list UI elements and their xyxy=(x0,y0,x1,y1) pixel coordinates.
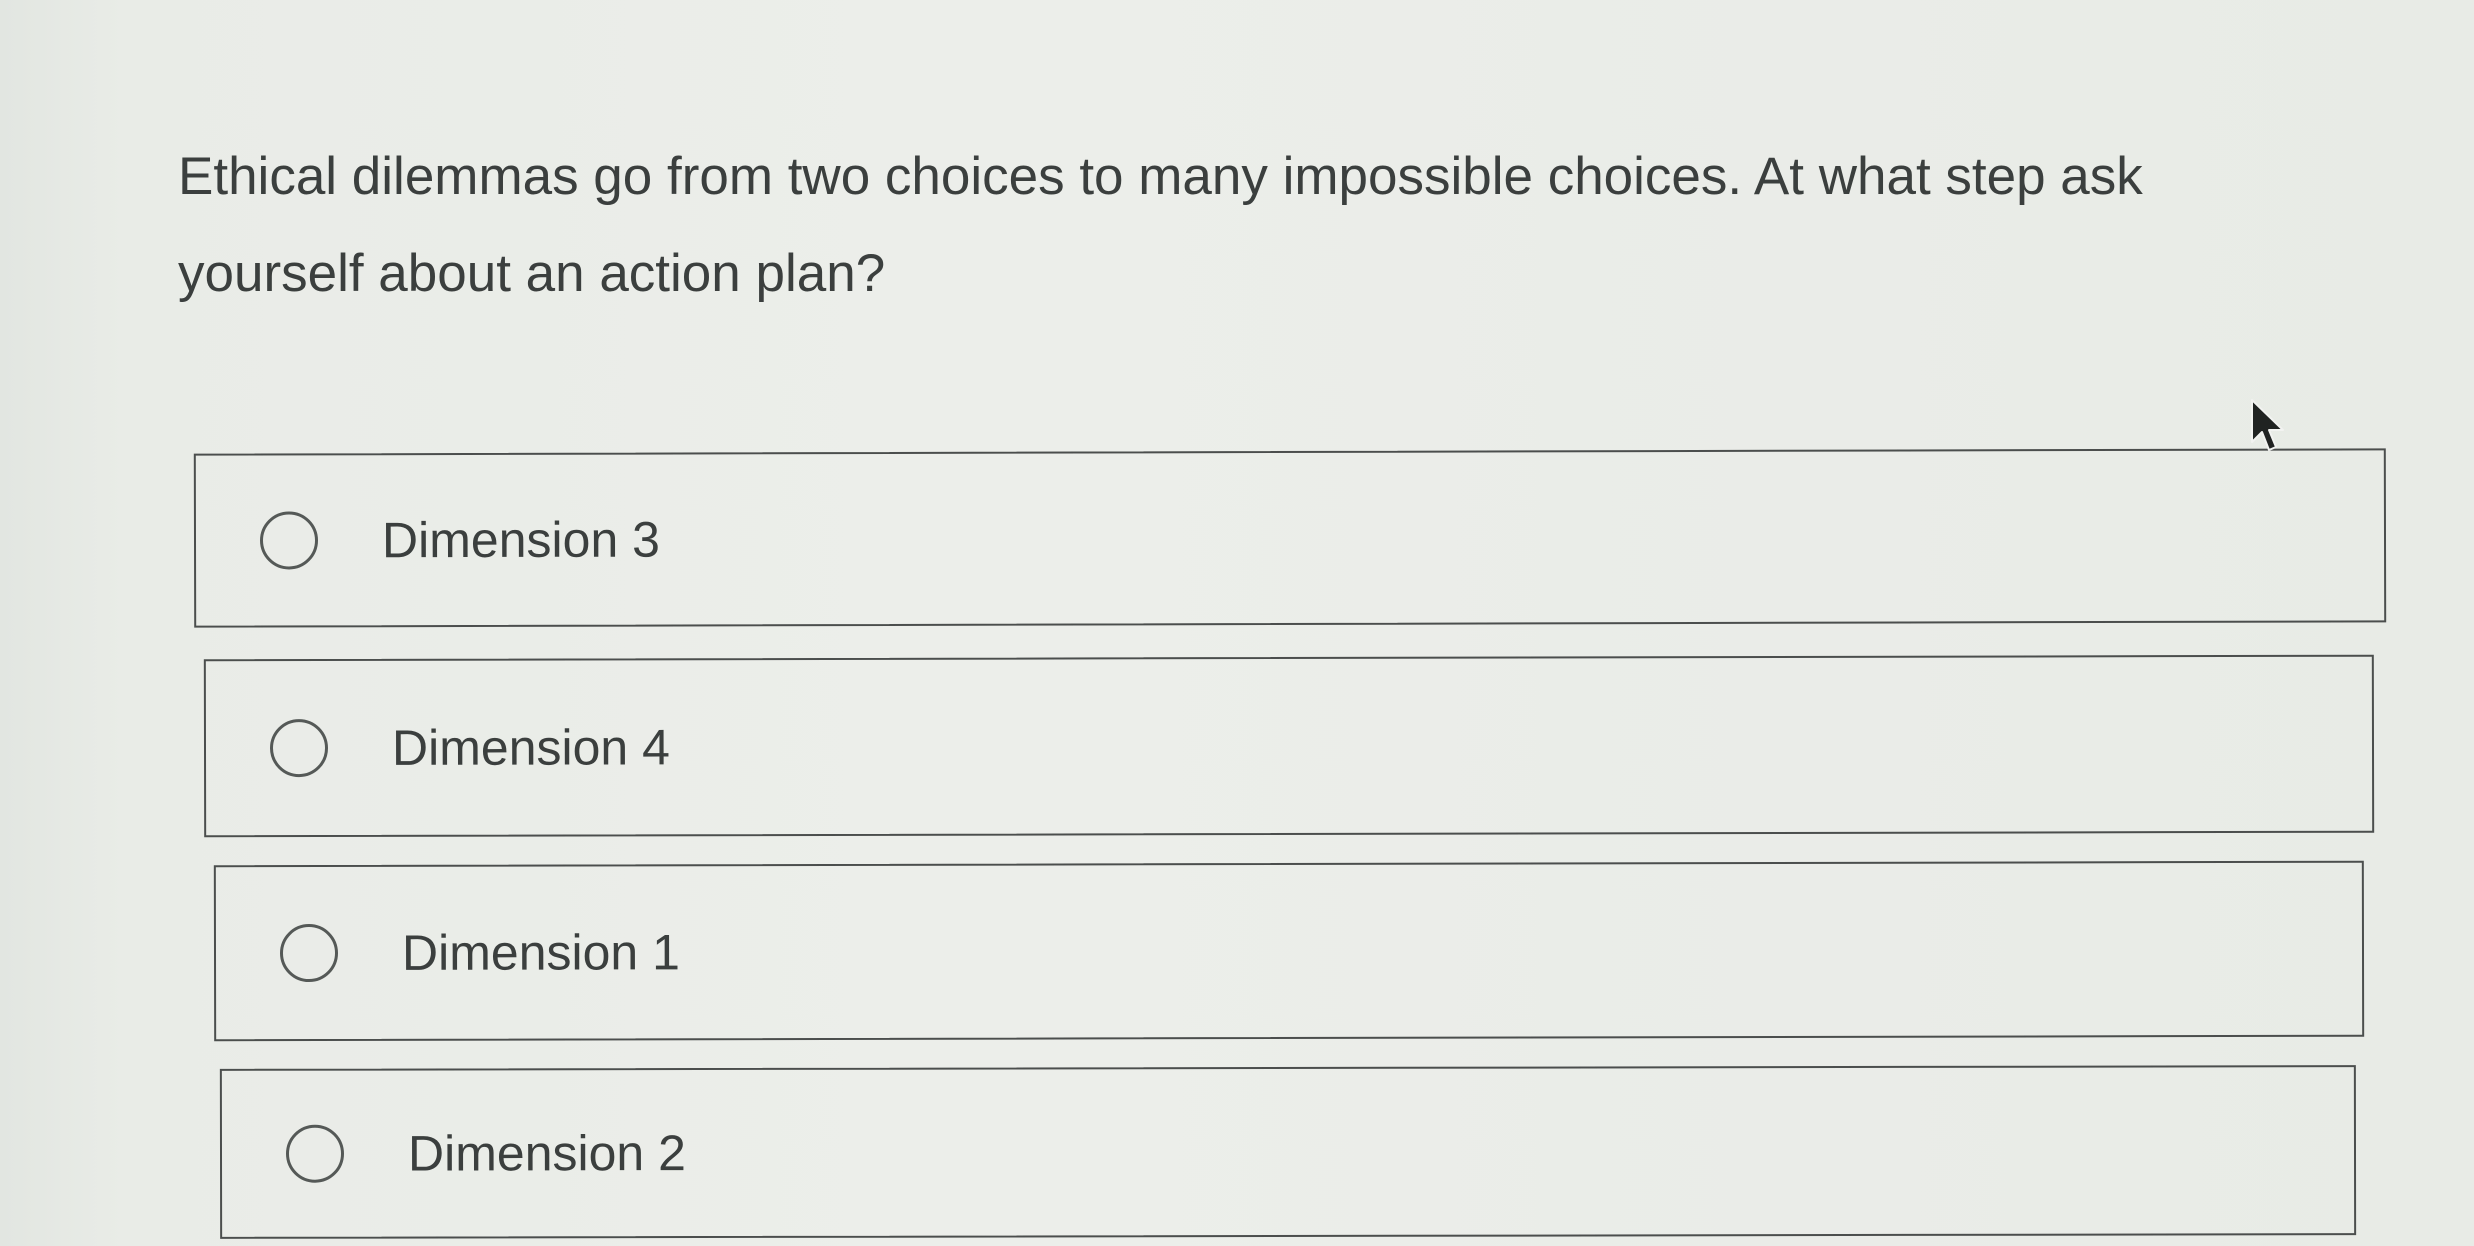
mouse-pointer-icon xyxy=(2251,399,2284,451)
radio-button-unselected-icon[interactable] xyxy=(285,1124,345,1183)
radio-button-unselected-icon[interactable] xyxy=(279,923,339,983)
answer-choices: Dimension 3 Dimension 4 Dimension 1 Dime… xyxy=(0,0,2474,1246)
answer-option-label: Dimension 2 xyxy=(407,1125,686,1182)
answer-option-label: Dimension 3 xyxy=(381,511,660,569)
quiz-page: Ethical dilemmas go from two choices to … xyxy=(0,0,2474,1246)
radio-button-unselected-icon[interactable] xyxy=(269,719,329,778)
answer-option-dimension-4[interactable]: Dimension 4 xyxy=(203,654,2375,838)
answer-option-dimension-3[interactable]: Dimension 3 xyxy=(193,448,2387,628)
answer-option-label: Dimension 1 xyxy=(401,924,680,981)
answer-option-dimension-2[interactable]: Dimension 2 xyxy=(219,1065,2357,1239)
answer-option-dimension-1[interactable]: Dimension 1 xyxy=(213,860,2365,1042)
answer-option-label: Dimension 4 xyxy=(391,719,670,776)
radio-button-unselected-icon[interactable] xyxy=(259,511,319,570)
